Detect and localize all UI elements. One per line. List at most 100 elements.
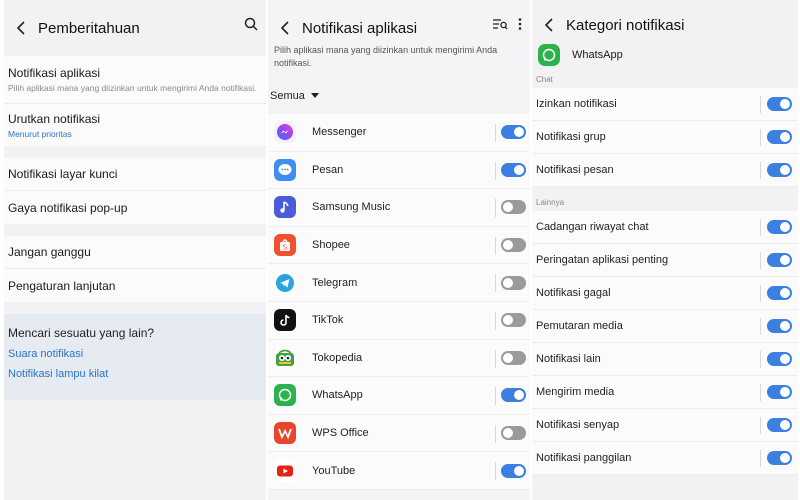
back-button[interactable] bbox=[274, 17, 296, 39]
settings-item-description: Pilih aplikasi mana yang diizinkan untuk… bbox=[8, 82, 257, 93]
app-row[interactable]: Messenger bbox=[268, 114, 530, 152]
category-toggle[interactable] bbox=[767, 286, 792, 300]
back-button[interactable] bbox=[538, 14, 560, 36]
notification-toggle[interactable] bbox=[501, 162, 526, 177]
category-toggle[interactable] bbox=[767, 319, 792, 333]
app-row[interactable]: Telegram bbox=[268, 264, 530, 302]
settings-item[interactable]: Pengaturan lanjutan bbox=[4, 269, 266, 302]
search-icon[interactable] bbox=[244, 17, 258, 31]
app-name: WhatsApp bbox=[312, 389, 363, 402]
app-row[interactable]: YouTube bbox=[268, 452, 530, 490]
notification-toggle[interactable] bbox=[501, 463, 526, 478]
category-toggle[interactable] bbox=[767, 130, 792, 144]
wps-icon bbox=[274, 422, 296, 445]
page-title: Notifikasi aplikasi bbox=[302, 19, 418, 37]
category-row[interactable]: Cadangan riwayat chat bbox=[532, 211, 798, 244]
category-toggle[interactable] bbox=[767, 352, 792, 366]
settings-group: Notifikasi aplikasi Pilih aplikasi mana y… bbox=[4, 56, 266, 146]
suggestion-link-flash[interactable]: Notifikasi lampu kilat bbox=[8, 368, 262, 380]
divider bbox=[760, 219, 761, 236]
divider bbox=[760, 450, 761, 467]
category-list: Cadangan riwayat chat Peringatan aplikasi… bbox=[532, 211, 798, 475]
category-label: Notifikasi panggilan bbox=[536, 452, 632, 464]
header: Pemberitahuan bbox=[4, 0, 266, 56]
notifications-settings-panel: Pemberitahuan Notifikasi aplikasi Pilih a… bbox=[4, 0, 266, 500]
divider bbox=[760, 351, 761, 368]
category-label: Notifikasi grup bbox=[536, 131, 606, 143]
notification-toggle[interactable] bbox=[501, 426, 526, 441]
divider bbox=[760, 285, 761, 302]
header: Notifikasi aplikasi bbox=[268, 0, 530, 56]
notification-toggle[interactable] bbox=[501, 313, 526, 328]
svg-text:S: S bbox=[283, 244, 288, 252]
category-row[interactable]: Notifikasi gagal bbox=[532, 277, 798, 310]
app-row[interactable]: WhatsApp bbox=[268, 377, 530, 415]
app-row[interactable]: TikTok bbox=[268, 302, 530, 340]
divider bbox=[760, 252, 761, 269]
settings-item[interactable]: Notifikasi layar kunci bbox=[4, 158, 266, 191]
category-toggle[interactable] bbox=[767, 253, 792, 267]
toggle-knob bbox=[503, 202, 513, 213]
settings-item[interactable]: Urutkan notifikasi Menurut prioritas bbox=[4, 104, 266, 146]
toggle-knob bbox=[503, 240, 513, 251]
toggle-knob bbox=[780, 222, 790, 232]
toggle-knob bbox=[503, 315, 513, 326]
settings-item[interactable]: Notifikasi aplikasi Pilih aplikasi mana y… bbox=[4, 56, 266, 104]
app-name: YouTube bbox=[312, 464, 356, 477]
category-toggle[interactable] bbox=[767, 451, 792, 465]
category-row[interactable]: Pemutaran media bbox=[532, 310, 798, 343]
toggle-knob bbox=[780, 132, 790, 142]
app-name: Tokopedia bbox=[312, 351, 363, 364]
filter-search-icon[interactable] bbox=[492, 17, 508, 31]
app-row[interactable]: Pesan bbox=[268, 152, 530, 190]
divider bbox=[760, 162, 761, 179]
settings-item-label: Notifikasi aplikasi bbox=[8, 65, 101, 80]
app-name: Shopee bbox=[312, 239, 350, 252]
category-row[interactable]: Notifikasi senyap bbox=[532, 409, 798, 442]
settings-item-label: Urutkan notifikasi bbox=[8, 111, 101, 126]
category-row[interactable]: Mengirim media bbox=[532, 376, 798, 409]
category-row[interactable]: Notifikasi lain bbox=[532, 343, 798, 376]
page-title: Pemberitahuan bbox=[38, 19, 140, 37]
app-row[interactable]: S Shopee bbox=[268, 227, 530, 265]
whatsapp-icon bbox=[274, 384, 296, 407]
settings-item[interactable]: Jangan ganggu bbox=[4, 236, 266, 269]
divider bbox=[760, 129, 761, 146]
notification-toggle[interactable] bbox=[501, 275, 526, 290]
suggestion-link-sound[interactable]: Suara notifikasi bbox=[8, 348, 262, 360]
divider bbox=[495, 274, 496, 293]
messenger-icon bbox=[274, 121, 296, 144]
filter-dropdown[interactable]: Semua bbox=[268, 78, 530, 114]
category-toggle[interactable] bbox=[767, 97, 792, 111]
back-button[interactable] bbox=[10, 17, 32, 39]
category-label: Pemutaran media bbox=[536, 320, 623, 332]
toggle-knob bbox=[780, 420, 790, 430]
app-row[interactable]: Samsung Music bbox=[268, 189, 530, 227]
suggestion-title: Mencari sesuatu yang lain? bbox=[8, 326, 155, 340]
app-row[interactable]: WPS Office bbox=[268, 415, 530, 453]
category-toggle[interactable] bbox=[767, 220, 792, 234]
category-row[interactable]: Izinkan notifikasi bbox=[532, 88, 798, 121]
toggle-knob bbox=[503, 428, 513, 439]
category-toggle[interactable] bbox=[767, 163, 792, 177]
notification-toggle[interactable] bbox=[501, 388, 526, 403]
category-row[interactable]: Notifikasi grup bbox=[532, 121, 798, 154]
category-row[interactable]: Notifikasi pesan bbox=[532, 154, 798, 187]
shopee-icon: S bbox=[274, 234, 296, 257]
category-toggle[interactable] bbox=[767, 385, 792, 399]
category-label: Notifikasi gagal bbox=[536, 287, 611, 299]
category-row[interactable]: Peringatan aplikasi penting bbox=[532, 244, 798, 277]
more-options-icon[interactable] bbox=[518, 17, 522, 31]
category-toggle[interactable] bbox=[767, 418, 792, 432]
notification-toggle[interactable] bbox=[501, 200, 526, 215]
app-row[interactable]: Tokopedia bbox=[268, 340, 530, 378]
settings-item[interactable]: Gaya notifikasi pop-up bbox=[4, 191, 266, 224]
notification-toggle[interactable] bbox=[501, 350, 526, 365]
toggle-knob bbox=[503, 352, 513, 363]
category-label: Notifikasi pesan bbox=[536, 164, 614, 176]
notification-toggle[interactable] bbox=[501, 238, 526, 253]
section-label: Lainnya bbox=[536, 197, 565, 207]
category-row[interactable]: Notifikasi panggilan bbox=[532, 442, 798, 475]
notification-toggle[interactable] bbox=[501, 125, 526, 140]
toggle-knob bbox=[514, 465, 524, 476]
